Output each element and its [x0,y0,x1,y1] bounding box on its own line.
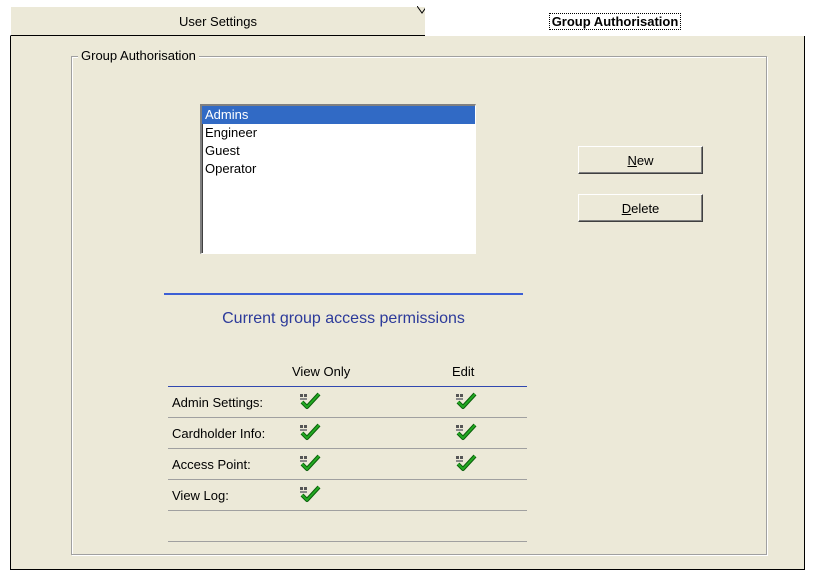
permissions-title: Current group access permissions [222,310,465,327]
column-header-edit: Edit [452,364,475,379]
permission-row-label: Cardholder Info: [172,426,266,441]
edit-check-icon [455,423,477,441]
table-row-divider [168,510,527,511]
table-row-divider [168,448,527,449]
tab-group-authorisation[interactable]: Group Authorisation [425,6,805,36]
group-authorisation-box: Group Authorisation Admins Engineer Guest O… [71,48,767,555]
table-row-divider [168,541,527,542]
view-only-check-icon [299,392,321,410]
group-listbox[interactable]: Admins Engineer Guest Operator [200,104,476,254]
new-button[interactable]: New [578,146,703,174]
tab-strip: User Settings Group Authorisation [10,6,805,36]
permission-row-label: View Log: [172,488,229,503]
tab-user-settings-label: User Settings [178,13,258,29]
view-only-check-icon [299,485,321,503]
table-row-divider [168,479,527,480]
column-header-view-only: View Only [292,364,351,379]
view-only-check-icon [299,423,321,441]
edit-check-icon [455,392,477,410]
tab-group-authorisation-label: Group Authorisation [548,12,682,30]
delete-button-label: Delete [621,200,660,216]
permission-row-label: Admin Settings: [172,395,264,410]
tab-user-settings[interactable]: User Settings [10,6,426,36]
groupbox-legend: Group Authorisation [78,48,199,63]
group-list-item[interactable]: Engineer [202,124,475,142]
group-list-item[interactable]: Guest [202,142,475,160]
tab-panel: Group Authorisation Admins Engineer Guest O… [10,36,805,570]
group-list-item[interactable]: Operator [202,160,475,178]
view-only-check-icon [299,454,321,472]
permission-row-label: Access Point: [172,457,251,472]
table-row-divider [168,417,527,418]
group-list-item[interactable]: Admins [202,106,475,124]
delete-button[interactable]: Delete [578,194,703,222]
edit-check-icon [455,454,477,472]
section-divider [164,293,523,295]
new-button-label: New [627,152,654,168]
table-row-divider [168,386,527,387]
